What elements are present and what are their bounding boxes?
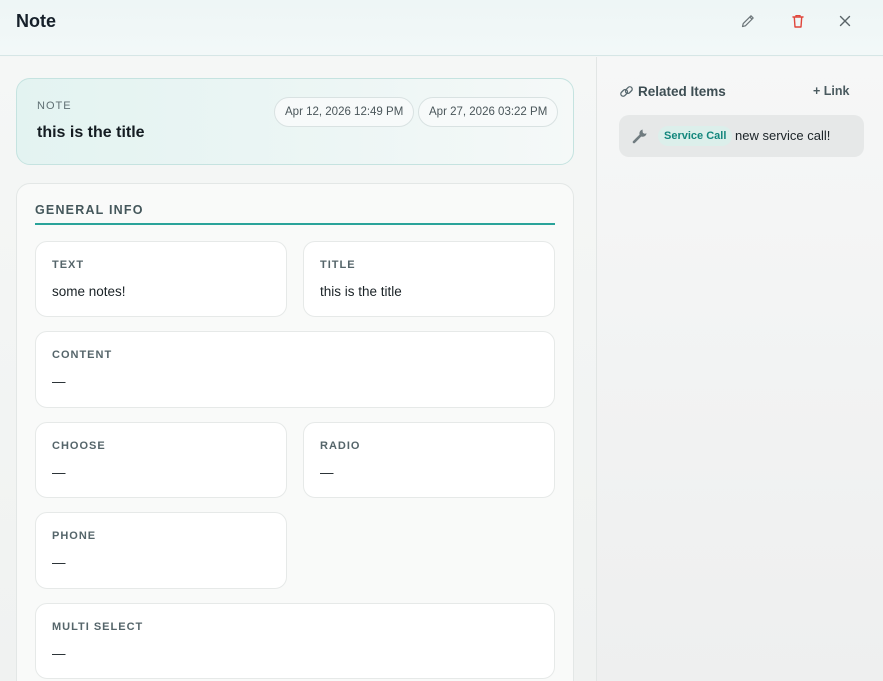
note-summary-card: NOTE this is the title Apr 12, 2026 12:4…: [16, 78, 574, 165]
related-items-heading: Related Items: [619, 84, 726, 99]
field-label: PHONE: [52, 530, 97, 542]
field-label: CHOOSE: [52, 440, 106, 452]
trash-icon: [792, 14, 804, 28]
link-icon: [620, 86, 633, 97]
field-phone: PHONE —: [35, 512, 287, 589]
record-type-label: NOTE: [37, 100, 72, 112]
field-label: MULTI SELECT: [52, 621, 144, 633]
note-details-panel: NOTE this is the title Apr 12, 2026 12:4…: [0, 57, 596, 681]
field-label: RADIO: [320, 440, 361, 452]
field-label: CONTENT: [52, 349, 113, 361]
field-radio: RADIO —: [303, 422, 555, 498]
edit-button[interactable]: [737, 10, 759, 32]
field-value: this is the title: [320, 284, 402, 299]
related-item-title: new service call!: [735, 128, 831, 143]
section-title: GENERAL INFO: [35, 203, 144, 217]
field-content: CONTENT —: [35, 331, 555, 408]
related-items-title: Related Items: [638, 84, 726, 99]
field-label: TEXT: [52, 259, 85, 271]
delete-button[interactable]: [787, 10, 809, 32]
pencil-icon: [741, 15, 754, 28]
section-divider: [35, 223, 555, 225]
modal-header: Note: [0, 0, 883, 56]
general-info-card: GENERAL INFO TEXT some notes! TITLE this…: [16, 183, 574, 681]
field-value: —: [320, 465, 334, 480]
field-value: —: [52, 465, 66, 480]
related-item[interactable]: Service Call new service call!: [619, 115, 864, 157]
updated-date-pill: Apr 27, 2026 03:22 PM: [418, 97, 559, 127]
add-link-button[interactable]: + Link: [813, 84, 849, 98]
field-text: TEXT some notes!: [35, 241, 287, 317]
wrench-icon: [632, 129, 647, 144]
created-date-pill: Apr 12, 2026 12:49 PM: [274, 97, 415, 127]
close-icon: [839, 15, 851, 27]
field-value: —: [52, 646, 66, 661]
field-title: TITLE this is the title: [303, 241, 555, 317]
modal-title: Note: [16, 11, 56, 31]
record-type-badge: Service Call: [658, 126, 733, 146]
field-label: TITLE: [320, 259, 356, 271]
field-value: —: [52, 555, 66, 570]
field-multi-select: MULTI SELECT —: [35, 603, 555, 679]
field-value: some notes!: [52, 284, 126, 299]
field-choose: CHOOSE —: [35, 422, 287, 498]
field-value: —: [52, 374, 66, 389]
related-items-panel: Related Items + Link Service Call new se…: [596, 57, 883, 681]
close-button[interactable]: [834, 10, 856, 32]
note-title: this is the title: [37, 124, 145, 141]
